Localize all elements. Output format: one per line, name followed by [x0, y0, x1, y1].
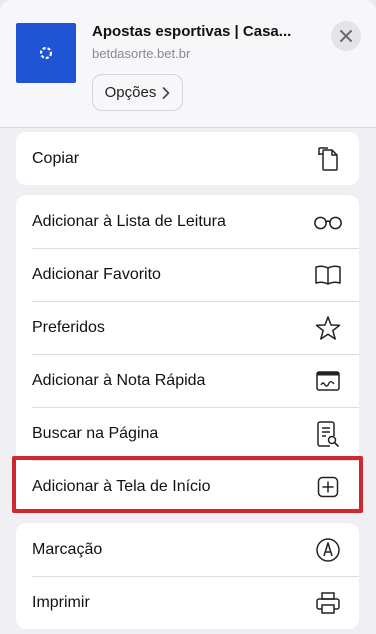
close-icon — [340, 30, 352, 42]
action-add-to-home-screen[interactable]: Adicionar à Tela de Início — [16, 460, 359, 513]
action-label: Adicionar à Tela de Início — [32, 477, 211, 495]
action-label: Adicionar à Nota Rápida — [32, 371, 206, 389]
printer-icon — [313, 588, 343, 618]
action-favorites[interactable]: Preferidos — [16, 301, 359, 354]
page-title: Apostas esportivas | Casa... — [92, 23, 292, 40]
action-print[interactable]: Imprimir — [16, 576, 359, 629]
action-label: Marcação — [32, 540, 103, 558]
action-label: Copiar — [32, 149, 80, 167]
action-find-on-page[interactable]: Buscar na Página — [16, 407, 359, 460]
options-label: Opções — [104, 84, 157, 101]
close-button[interactable] — [331, 21, 361, 51]
quick-note-icon — [313, 366, 343, 396]
add-square-icon — [313, 472, 343, 502]
action-add-quick-note[interactable]: Adicionar à Nota Rápida — [16, 354, 359, 407]
action-markup[interactable]: Marcação — [16, 523, 359, 576]
action-add-bookmark[interactable]: Adicionar Favorito — [16, 248, 359, 301]
action-group-copy: Copiar — [16, 132, 359, 185]
star-icon — [313, 313, 343, 343]
action-group-secondary: Marcação Imprimir — [16, 523, 359, 629]
action-label: Buscar na Página — [32, 424, 159, 442]
action-group-main: Adicionar à Lista de Leitura Adicionar F… — [16, 195, 359, 513]
markup-icon — [313, 535, 343, 565]
action-copy[interactable]: Copiar — [16, 132, 359, 185]
share-sheet: Apostas esportivas | Casa... betdasorte.… — [0, 0, 376, 634]
copy-icon — [313, 144, 343, 174]
find-in-page-icon — [313, 419, 343, 449]
action-label: Adicionar Favorito — [32, 265, 161, 283]
glasses-icon — [313, 207, 343, 237]
share-sheet-header: Apostas esportivas | Casa... betdasorte.… — [0, 0, 376, 128]
chevron-right-icon — [163, 86, 170, 99]
book-icon — [313, 260, 343, 290]
action-label: Preferidos — [32, 318, 105, 336]
options-button[interactable]: Opções — [92, 74, 183, 111]
page-domain: betdasorte.bet.br — [92, 46, 191, 61]
site-icon — [16, 23, 76, 83]
action-label: Adicionar à Lista de Leitura — [32, 212, 226, 230]
action-label: Imprimir — [32, 593, 90, 611]
action-add-reading-list[interactable]: Adicionar à Lista de Leitura — [16, 195, 359, 248]
